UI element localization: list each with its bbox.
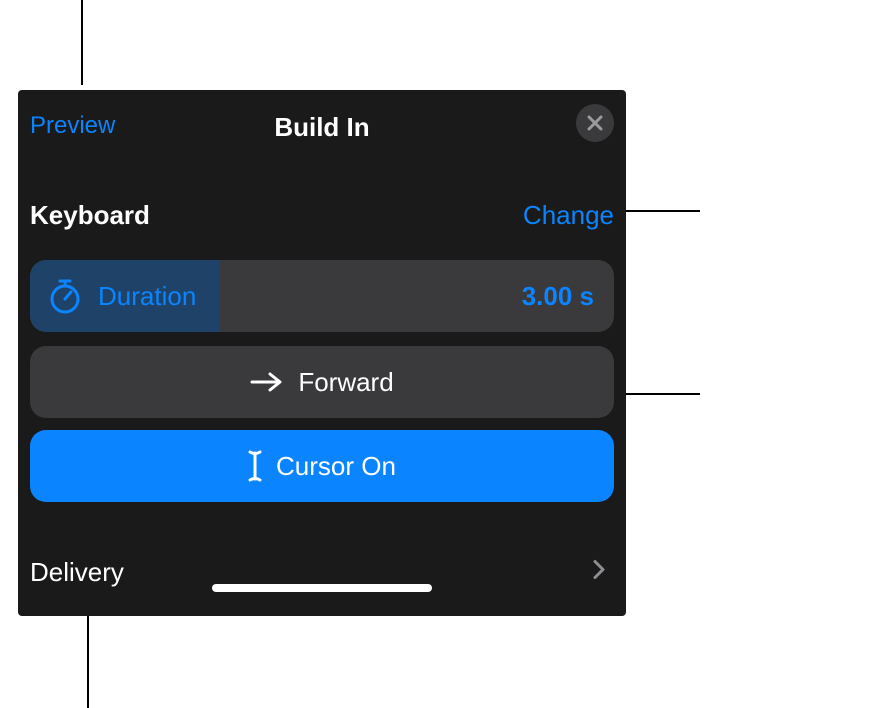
duration-control[interactable]: Duration 3.00 s: [30, 260, 614, 332]
close-icon: [586, 114, 604, 132]
panel-title: Build In: [18, 112, 626, 143]
close-button[interactable]: [576, 104, 614, 142]
effect-name-label: Keyboard: [30, 200, 150, 231]
stopwatch-icon: [46, 277, 84, 315]
direction-button[interactable]: Forward: [30, 346, 614, 418]
panel-header: Preview Build In: [18, 90, 626, 145]
drag-handle[interactable]: [212, 584, 432, 592]
duration-value: 3.00 s: [522, 281, 594, 312]
text-cursor-icon: [248, 449, 262, 483]
cursor-button[interactable]: Cursor On: [30, 430, 614, 502]
arrow-right-icon: [250, 370, 284, 394]
effect-row: Keyboard Change: [30, 200, 614, 231]
controls-group: Duration 3.00 s Forward Cursor On: [30, 260, 614, 502]
chevron-right-icon: [592, 559, 606, 586]
duration-label: Duration: [98, 281, 196, 312]
delivery-label: Delivery: [30, 557, 124, 588]
cursor-label: Cursor On: [276, 451, 396, 482]
change-button[interactable]: Change: [523, 200, 614, 231]
direction-label: Forward: [298, 367, 393, 398]
build-in-panel: Preview Build In Keyboard Change: [18, 90, 626, 616]
